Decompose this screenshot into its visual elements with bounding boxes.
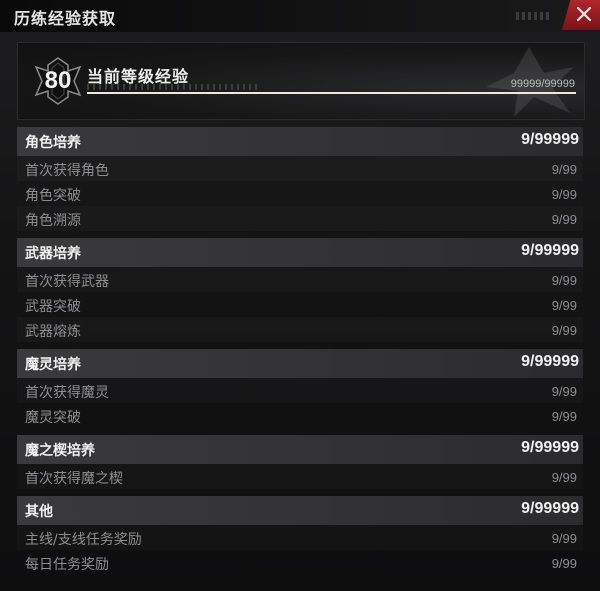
level-exp-value: 99999/99999 xyxy=(510,78,575,90)
list-item-label: 首次获得魔灵 xyxy=(25,385,109,401)
list-item: 主线/支线任务奖励 9/99 xyxy=(17,525,583,550)
exp-progress-fill xyxy=(87,92,576,94)
section-header: 角色培养 9/99999 xyxy=(17,127,583,156)
section-3: 魔之楔培养 9/99999 首次获得魔之楔 9/99 xyxy=(17,435,583,489)
list-item-value: 9/99 xyxy=(551,470,577,485)
exp-bar-ticks xyxy=(87,84,257,90)
close-button[interactable] xyxy=(562,0,600,30)
section-rows: 首次获得魔之楔 9/99 xyxy=(17,464,583,489)
section-4: 其他 9/99999 主线/支线任务奖励 9/99 每日任务奖励 9/99 xyxy=(17,496,583,575)
section-title: 魔灵培养 xyxy=(25,357,81,373)
list-item-value: 9/99 xyxy=(551,273,577,288)
section-header: 魔之楔培养 9/99999 xyxy=(17,435,583,464)
section-2: 魔灵培养 9/99999 首次获得魔灵 9/99 魔灵突破 9/99 xyxy=(17,349,583,428)
section-rows: 主线/支线任务奖励 9/99 每日任务奖励 9/99 xyxy=(17,525,583,575)
list-item-label: 每日任务奖励 xyxy=(25,557,109,573)
section-total: 9/99999 xyxy=(521,353,579,370)
list-item-value: 9/99 xyxy=(551,556,577,571)
close-icon xyxy=(576,6,592,22)
list-item-label: 首次获得角色 xyxy=(25,163,109,179)
section-title: 其他 xyxy=(25,504,53,520)
section-0: 角色培养 9/99999 首次获得角色 9/99 角色突破 9/99 角色溯源 9/99 xyxy=(17,127,583,231)
list-item-value: 9/99 xyxy=(551,162,577,177)
section-total: 9/99999 xyxy=(521,131,579,148)
section-header: 武器培养 9/99999 xyxy=(17,238,583,267)
title-decoration xyxy=(516,12,552,20)
list-item-label: 武器熔炼 xyxy=(25,324,81,340)
section-title: 角色培养 xyxy=(25,135,81,151)
list-item: 每日任务奖励 9/99 xyxy=(17,550,583,575)
list-item-label: 主线/支线任务奖励 xyxy=(25,532,142,548)
list-item-label: 角色突破 xyxy=(25,188,81,204)
window-title: 历练经验获取 xyxy=(14,9,117,28)
exp-source-list: 角色培养 9/99999 首次获得角色 9/99 角色突破 9/99 角色溯源 9/99 武器培… xyxy=(17,127,583,582)
level-number: 80 xyxy=(44,67,72,94)
level-exp-panel: 80 当前等级经验 99999/99999 xyxy=(17,42,585,120)
list-item-value: 9/99 xyxy=(551,323,577,338)
level-badge: 80 xyxy=(34,57,82,105)
list-item-label: 武器突破 xyxy=(25,299,81,315)
exp-progress-bar xyxy=(87,92,576,94)
list-item-label: 角色溯源 xyxy=(25,213,81,229)
list-item-value: 9/99 xyxy=(551,409,577,424)
list-item: 武器熔炼 9/99 xyxy=(17,317,583,342)
title-bar: 历练经验获取 xyxy=(0,0,600,32)
section-total: 9/99999 xyxy=(521,242,579,259)
list-item-label: 首次获得魔之楔 xyxy=(25,471,123,487)
list-item-value: 9/99 xyxy=(551,187,577,202)
list-item: 武器突破 9/99 xyxy=(17,292,583,317)
list-item: 角色溯源 9/99 xyxy=(17,206,583,231)
section-header: 其他 9/99999 xyxy=(17,496,583,525)
list-item: 首次获得魔之楔 9/99 xyxy=(17,464,583,489)
section-rows: 首次获得魔灵 9/99 魔灵突破 9/99 xyxy=(17,378,583,428)
list-item-label: 首次获得武器 xyxy=(25,274,109,290)
list-item: 魔灵突破 9/99 xyxy=(17,403,583,428)
list-item: 首次获得武器 9/99 xyxy=(17,267,583,292)
section-total: 9/99999 xyxy=(521,500,579,517)
section-title: 魔之楔培养 xyxy=(25,443,95,459)
section-rows: 首次获得角色 9/99 角色突破 9/99 角色溯源 9/99 xyxy=(17,156,583,231)
list-item-value: 9/99 xyxy=(551,531,577,546)
list-item: 首次获得角色 9/99 xyxy=(17,156,583,181)
list-item: 首次获得魔灵 9/99 xyxy=(17,378,583,403)
section-rows: 首次获得武器 9/99 武器突破 9/99 武器熔炼 9/99 xyxy=(17,267,583,342)
list-item-value: 9/99 xyxy=(551,212,577,227)
list-item-value: 9/99 xyxy=(551,298,577,313)
section-total: 9/99999 xyxy=(521,439,579,456)
section-title: 武器培养 xyxy=(25,246,81,262)
list-item: 角色突破 9/99 xyxy=(17,181,583,206)
exp-acquisition-window: 历练经验获取 80 当前等级经验 99999/99999 角色培养 9/99999… xyxy=(0,0,600,591)
list-item-label: 魔灵突破 xyxy=(25,410,81,426)
section-header: 魔灵培养 9/99999 xyxy=(17,349,583,378)
section-1: 武器培养 9/99999 首次获得武器 9/99 武器突破 9/99 武器熔炼 9/99 xyxy=(17,238,583,342)
list-item-value: 9/99 xyxy=(551,384,577,399)
